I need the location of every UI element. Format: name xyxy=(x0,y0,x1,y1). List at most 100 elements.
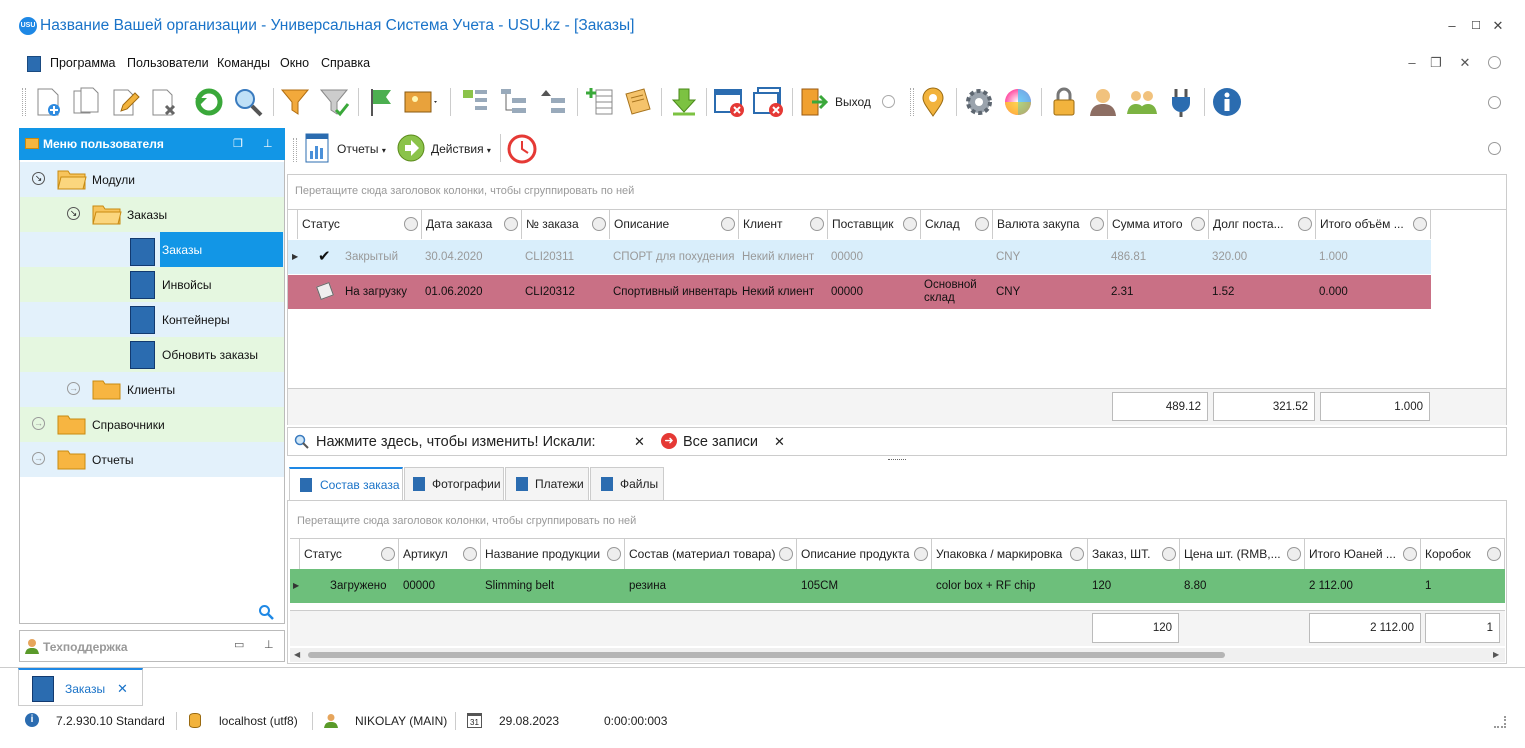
tree-item-reports[interactable]: → Отчеты xyxy=(20,442,284,477)
column-header-material[interactable]: Состав (материал товара) xyxy=(625,539,797,569)
actions-dropdown[interactable]: Действия ▾ xyxy=(431,142,491,156)
expand-icon[interactable]: → xyxy=(32,452,45,465)
exit-icon[interactable] xyxy=(798,86,830,118)
document-tab-orders[interactable]: Заказы ✕ xyxy=(18,668,143,706)
column-header-currency[interactable]: Валюта закупа xyxy=(993,209,1108,239)
filter-apply-icon[interactable] xyxy=(318,86,350,118)
toolbar-collapse-icon[interactable] xyxy=(1488,96,1501,109)
mdi-minimize-button[interactable]: – xyxy=(1403,55,1421,70)
mdi-restore-button[interactable]: ❐ xyxy=(1427,55,1445,71)
reports-icon[interactable] xyxy=(305,133,329,163)
subtoolbar-collapse-icon[interactable] xyxy=(1488,142,1501,155)
users-icon[interactable] xyxy=(1126,86,1158,118)
tree-item-update-orders[interactable]: Обновить заказы xyxy=(20,337,284,372)
filter-icon[interactable] xyxy=(504,217,518,231)
close-all-windows-icon[interactable] xyxy=(752,86,784,118)
collapse-circle-icon[interactable] xyxy=(1488,56,1501,69)
scrollbar-thumb[interactable] xyxy=(308,652,1225,658)
tree-item-clients[interactable]: → Клиенты xyxy=(20,372,284,407)
tree-item-invoices[interactable]: Инвойсы xyxy=(20,267,284,302)
actions-icon[interactable] xyxy=(397,134,425,162)
table-row[interactable]: ▶ Загружено 00000 Slimming belt резина 1… xyxy=(290,569,1505,603)
resize-grip-icon[interactable] xyxy=(1494,716,1506,728)
tab-order-items[interactable]: Состав заказа xyxy=(289,467,403,500)
menu-item-help[interactable]: Справка xyxy=(321,56,370,70)
filter-icon[interactable] xyxy=(903,217,917,231)
filter-icon[interactable] xyxy=(1287,547,1301,561)
filter-remove-button[interactable]: ✕ xyxy=(774,434,785,450)
column-header-status[interactable]: Статус xyxy=(300,539,399,569)
exit-label[interactable]: Выход xyxy=(835,95,871,109)
filter-clear-button[interactable]: ✕ xyxy=(634,434,645,450)
filter-icon[interactable] xyxy=(1070,547,1084,561)
column-header-supplier[interactable]: Поставщик xyxy=(828,209,921,239)
column-header-unit-price[interactable]: Цена шт. (RMB,... xyxy=(1180,539,1305,569)
column-header-order-date[interactable]: Дата заказа xyxy=(422,209,522,239)
map-pin-icon[interactable] xyxy=(917,86,949,118)
filter-icon[interactable] xyxy=(463,547,477,561)
filter-icon[interactable] xyxy=(381,547,395,561)
column-header-total-yuan[interactable]: Итого Юаней ... xyxy=(1305,539,1421,569)
reports-dropdown[interactable]: Отчеты ▾ xyxy=(337,142,386,156)
filter-prompt[interactable]: Нажмите здесь, чтобы изменить! Искали: xyxy=(316,434,596,450)
sidebar-float-button[interactable]: ❐ xyxy=(233,137,243,150)
maximize-button[interactable]: ☐ xyxy=(1466,16,1486,36)
column-header-supplier-debt[interactable]: Долг поста... xyxy=(1209,209,1316,239)
download-icon[interactable] xyxy=(668,86,700,118)
tree-item-orders[interactable]: Заказы xyxy=(20,232,284,267)
scroll-left-icon[interactable]: ◀ xyxy=(294,650,300,659)
support-minimize-button[interactable]: ▭ xyxy=(234,638,244,651)
image-icon[interactable] xyxy=(403,86,439,118)
table-row[interactable]: ▶ ✔ Закрытый 30.04.2020 CLI20311 СПОРТ д… xyxy=(288,240,1431,274)
expand-icon[interactable]: → xyxy=(32,417,45,430)
filter-icon[interactable] xyxy=(1090,217,1104,231)
add-row-icon[interactable] xyxy=(584,86,616,118)
document-tab-close-button[interactable]: ✕ xyxy=(117,681,128,697)
column-header-description[interactable]: Описание xyxy=(610,209,739,239)
support-pin-button[interactable]: ⊥ xyxy=(264,638,274,651)
tab-photos[interactable]: Фотографии xyxy=(404,467,504,500)
tree-item-modules[interactable]: ↘ Модули xyxy=(20,162,284,197)
close-button[interactable]: ✕ xyxy=(1488,16,1508,36)
column-header-quantity[interactable]: Заказ, ШТ. xyxy=(1088,539,1180,569)
column-header-client[interactable]: Клиент xyxy=(739,209,828,239)
close-window-icon[interactable] xyxy=(713,86,745,118)
refresh-icon[interactable] xyxy=(193,86,225,118)
search-icon[interactable] xyxy=(232,86,264,118)
filter-icon[interactable] xyxy=(1191,217,1205,231)
filter-icon[interactable] xyxy=(779,547,793,561)
tab-files[interactable]: Файлы xyxy=(590,467,664,500)
column-header-total[interactable]: Сумма итого xyxy=(1108,209,1209,239)
scroll-right-icon[interactable]: ▶ xyxy=(1493,650,1499,659)
filter-value[interactable]: Все записи xyxy=(683,434,758,450)
filter-icon[interactable] xyxy=(592,217,606,231)
filter-icon[interactable] xyxy=(404,217,418,231)
filter-icon[interactable] xyxy=(1487,547,1501,561)
column-header-article[interactable]: Артикул xyxy=(399,539,481,569)
clock-icon[interactable] xyxy=(507,134,537,164)
column-header-order-number[interactable]: № заказа xyxy=(522,209,610,239)
mdi-close-button[interactable]: ✕ xyxy=(1456,55,1474,71)
delete-icon[interactable] xyxy=(148,86,180,118)
tree-down-icon[interactable] xyxy=(498,86,530,118)
tree-item-containers[interactable]: Контейнеры xyxy=(20,302,284,337)
tree-up-icon[interactable] xyxy=(537,86,569,118)
collapse-icon[interactable]: ↘ xyxy=(67,207,80,220)
collapse-icon[interactable]: ↘ xyxy=(32,172,45,185)
tab-payments[interactable]: Платежи xyxy=(505,467,589,500)
menu-item-window[interactable]: Окно xyxy=(280,56,309,70)
search-icon[interactable] xyxy=(258,604,274,620)
user-icon[interactable] xyxy=(1087,86,1119,118)
menu-item-commands[interactable]: Команды xyxy=(217,56,270,70)
add-icon[interactable] xyxy=(32,86,64,118)
menu-item-program[interactable]: Программа xyxy=(50,56,116,70)
splitter-handle[interactable] xyxy=(888,459,906,461)
filter-icon[interactable] xyxy=(721,217,735,231)
toolbar-more-icon[interactable] xyxy=(882,95,895,108)
column-header-status[interactable]: Статус xyxy=(298,209,422,239)
filter-icon[interactable] xyxy=(1298,217,1312,231)
copy-icon[interactable] xyxy=(70,86,102,118)
menu-item-users[interactable]: Пользователи xyxy=(127,56,209,70)
notes-icon[interactable] xyxy=(622,86,654,118)
filter-icon[interactable] xyxy=(1413,217,1427,231)
